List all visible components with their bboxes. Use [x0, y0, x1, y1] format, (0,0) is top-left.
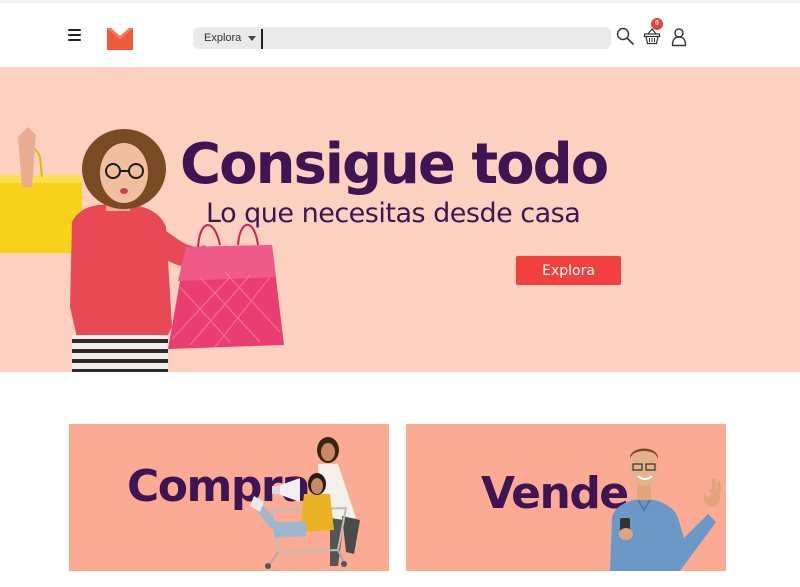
caret-down-icon	[248, 35, 257, 41]
hero-banner: Consigue todo Lo que necesitas desde cas…	[0, 67, 800, 372]
search-icon[interactable]	[616, 27, 634, 45]
cart-count-badge: 0	[651, 18, 663, 30]
hero-subtitle: Lo que necesitas desde casa	[206, 198, 581, 229]
search-input[interactable]	[263, 27, 603, 49]
card-sell[interactable]: Vende	[406, 424, 726, 571]
page: Explora 0 Consigue todo Lo que necesitas…	[0, 0, 800, 587]
search-bar: Explora	[193, 27, 611, 49]
search-category-select[interactable]: Explora	[193, 27, 261, 49]
header: Explora 0	[0, 0, 800, 67]
search-category-label: Explora	[204, 32, 242, 44]
card-sell-image	[610, 448, 721, 571]
hero-explore-button[interactable]: Explora	[516, 256, 621, 285]
hero-title: Consigue todo	[180, 132, 609, 197]
card-buy-image	[250, 437, 360, 569]
user-icon[interactable]	[670, 27, 688, 47]
card-buy[interactable]: Compra	[69, 424, 389, 571]
logo[interactable]	[107, 28, 133, 50]
menu-icon[interactable]	[68, 29, 82, 41]
